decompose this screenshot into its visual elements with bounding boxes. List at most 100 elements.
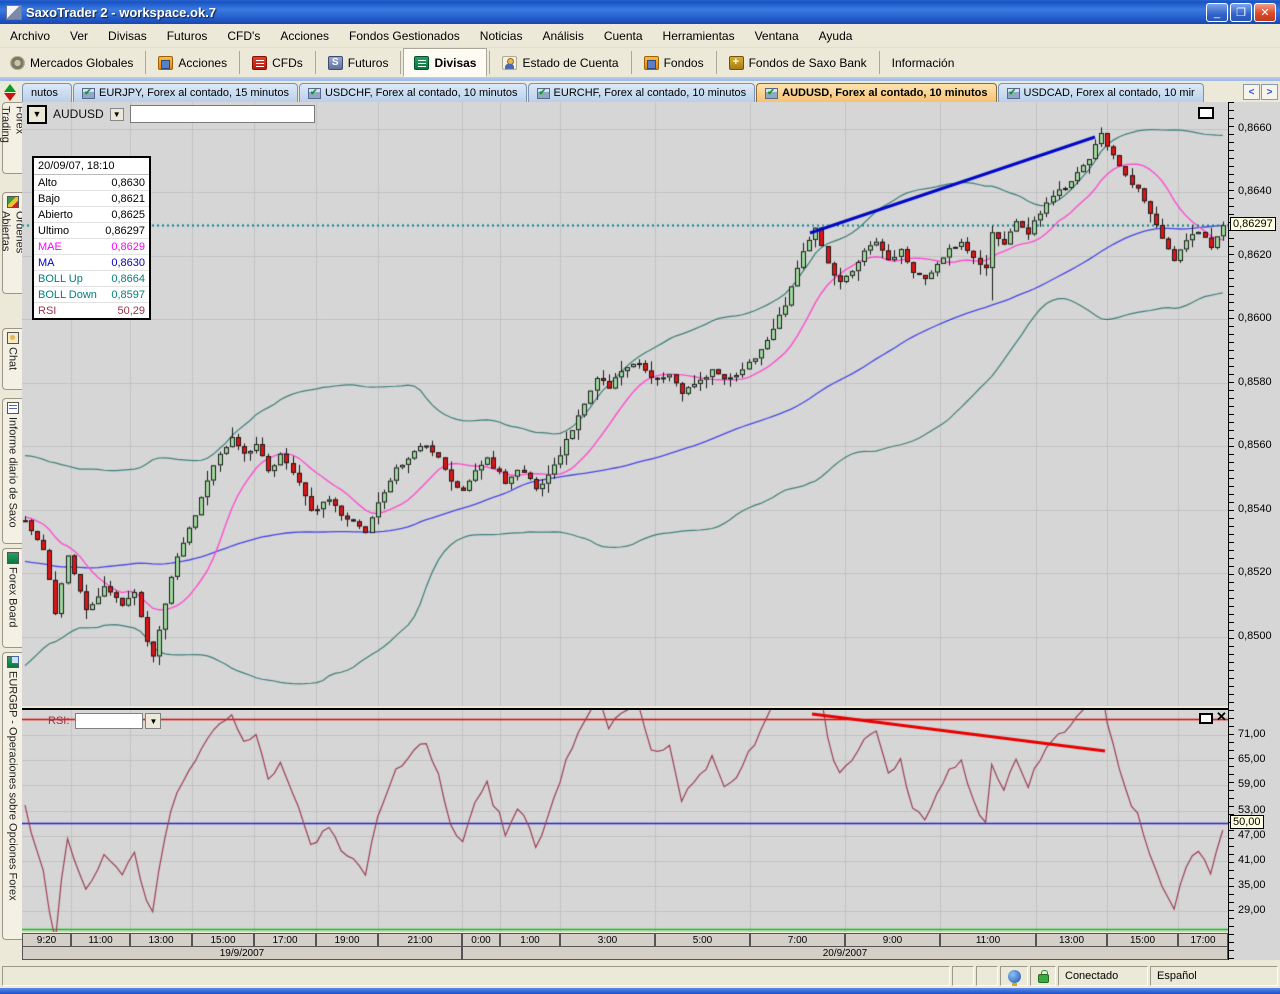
toolbar-item-estado-de-cuenta[interactable]: Estado de Cuenta <box>492 48 628 77</box>
price-axis[interactable]: 0,8660 0,8640 0,8620 0,8600 0,8580 0,8560 0,85… <box>1228 102 1280 960</box>
rsi-study-combo[interactable] <box>75 713 144 729</box>
daily-report-icon <box>6 402 19 414</box>
rsi-toolbar: RSI: ▼ <box>48 712 162 730</box>
time-axis-cell: 9:00 <box>845 933 940 947</box>
toolbar-item-cfds[interactable]: CFDs <box>242 48 313 77</box>
menu-archivo[interactable]: Archivo <box>0 26 60 46</box>
shares-icon <box>158 55 174 70</box>
menu-fondos-gestionados[interactable]: Fondos Gestionados <box>339 26 470 46</box>
menu-divisas[interactable]: Divisas <box>98 26 157 46</box>
tab-usdcad-forex-al-contado-10-mir[interactable]: USDCAD, Forex al contado, 10 mir <box>997 83 1204 102</box>
sidebar-item-label: EURGBP - Operaciones sobre Opciones Fore… <box>6 671 19 901</box>
tab-label: USDCHF, Forex al contado, 10 minutos <box>324 87 518 99</box>
symbol-search-input[interactable] <box>129 105 315 123</box>
tooltip-row-bajo: Bajo 0,8621 <box>34 191 149 207</box>
toolbar-item-label: Mercados Globales <box>30 55 134 70</box>
status-empty-cell <box>952 966 974 986</box>
tooltip-row-mae: MAE 0,8629 <box>34 239 149 255</box>
symbol-dropdown-button[interactable]: ▼ <box>109 107 124 121</box>
funds-icon <box>643 55 659 70</box>
gear-icon <box>10 55 25 70</box>
time-axis-cell: 11:00 <box>71 933 130 947</box>
toolbar-item-label: Estado de Cuenta <box>522 55 619 70</box>
menu-ayuda[interactable]: Ayuda <box>809 26 863 46</box>
time-axis-cell: 7:00 <box>750 933 845 947</box>
rsi-combo-dropdown-button[interactable]: ▼ <box>145 713 162 729</box>
status-empty-cell <box>976 966 998 986</box>
tab-scroll-right-button[interactable]: > <box>1261 84 1278 100</box>
tab-label: AUDUSD, Forex al contado, 10 minutos <box>782 87 988 99</box>
candlestick-chart-canvas[interactable] <box>22 102 1228 706</box>
sidebar-item-informe-diario-de-saxo[interactable]: Informe diario de Saxo <box>2 398 22 544</box>
tooltip-row-boll-up: BOLL Up 0,8664 <box>34 271 149 287</box>
chart-dropdown-button[interactable]: ▼ <box>27 104 47 124</box>
menu-ventana[interactable]: Ventana <box>745 26 809 46</box>
close-button[interactable]: ✕ <box>1254 3 1276 22</box>
chart-pane-restore-icon[interactable] <box>1198 107 1214 119</box>
time-axis[interactable]: 9:20 11:00 13:00 15:00 17:00 19:00 21:00 0:00 1:… <box>22 933 1228 947</box>
toolbar-underline <box>0 77 1280 81</box>
tab-eurchf-forex-al-contado-10-min[interactable]: EURCHF, Forex al contado, 10 minutos <box>527 83 756 102</box>
time-axis-cell: 1:00 <box>500 933 560 947</box>
sidebar-item-forex-board[interactable]: Forex Board <box>2 548 22 648</box>
minimize-button[interactable]: _ <box>1206 3 1228 22</box>
menu-cfd-s[interactable]: CFD's <box>217 26 270 46</box>
price-tick-label: 0,8620 <box>1238 249 1272 261</box>
toolbar-item-mercados-globales[interactable]: Mercados Globales <box>0 48 143 77</box>
sidebar-item-label: Forex Board <box>6 567 19 628</box>
tab-usdchf-forex-al-contado-10-min[interactable]: USDCHF, Forex al contado, 10 minutos <box>298 83 527 102</box>
restore-button[interactable]: ❐ <box>1230 3 1252 22</box>
rsi-tick-label: 41,00 <box>1238 854 1266 866</box>
time-axis-cell: 15:00 <box>192 933 254 947</box>
sidebar-item-ordenes-abiertas[interactable]: Ordenes Abiertas <box>0 192 26 294</box>
price-tick-label: 0,8580 <box>1238 376 1272 388</box>
rsi-chart-canvas[interactable] <box>22 710 1228 932</box>
menu-noticias[interactable]: Noticias <box>470 26 533 46</box>
toolbar-item-futuros[interactable]: S Futuros <box>318 48 399 77</box>
time-axis-cell: 13:00 <box>1036 933 1107 947</box>
toolbar-item-label: Divisas <box>434 55 477 70</box>
rsi-pane-restore-icon[interactable] <box>1199 713 1213 724</box>
toolbar-item-acciones[interactable]: Acciones <box>148 48 237 77</box>
toolbar-item-label: Fondos de Saxo Bank <box>748 55 867 70</box>
tab-label: USDCAD, Forex al contado, 10 mir <box>1023 87 1195 99</box>
network-icon <box>1007 969 1021 986</box>
toolbar-item-divisas[interactable]: Divisas <box>403 48 488 77</box>
tab-audusd-forex-al-contado-10-min[interactable]: AUDUSD, Forex al contado, 10 minutos <box>756 83 997 102</box>
menu-an-lisis[interactable]: Análisis <box>532 26 593 46</box>
menu-ver[interactable]: Ver <box>60 26 98 46</box>
chat-icon <box>6 332 19 344</box>
toolbar-item-informaci-n[interactable]: Información <box>882 48 965 77</box>
menu-bar: Archivo Ver Divisas Futuros CFD's Acciones Fon… <box>0 24 1280 48</box>
toolbar: Mercados Globales Acciones CFDs S Futuros Div… <box>0 48 1280 77</box>
status-security-cell <box>1030 966 1056 986</box>
menu-acciones[interactable]: Acciones <box>270 26 339 46</box>
sidebar-item-eurgbp-operaciones-sobre-opc[interactable]: EURGBP - Operaciones sobre Opciones Fore… <box>2 652 22 940</box>
tab-nutos[interactable]: nutos <box>22 83 72 102</box>
rsi-tick-label: 59,00 <box>1238 778 1266 790</box>
toolbar-item-fondos-de-saxo-bank[interactable]: Fondos de Saxo Bank <box>719 48 877 77</box>
toolbar-item-fondos[interactable]: Fondos <box>634 48 714 77</box>
rsi-tick-label: 29,00 <box>1238 904 1266 916</box>
price-tick-label: 0,8560 <box>1238 439 1272 451</box>
tab-eurjpy-forex-al-contado-15-min[interactable]: EURJPY, Forex al contado, 15 minutos <box>73 83 298 102</box>
time-axis-cell: 5:00 <box>655 933 750 947</box>
tab-scroll-left-button[interactable]: < <box>1243 84 1260 100</box>
sidebar-item-forex-trading[interactable]: Forex Trading <box>0 102 26 174</box>
chart-document-icon <box>536 87 550 99</box>
last-price-box: 0,86297 <box>1230 217 1276 231</box>
toolbar-item-label: Futuros <box>347 55 389 70</box>
tooltip-datetime: 20/09/07, 18:10 <box>34 158 149 175</box>
sidebar-item-chat[interactable]: Chat <box>2 328 22 390</box>
language-selector[interactable]: Español <box>1150 966 1278 986</box>
window-title: SaxoTrader 2 - workspace.ok.7 <box>26 4 217 20</box>
menu-cuenta[interactable]: Cuenta <box>594 26 653 46</box>
rsi-pane-close-icon[interactable]: ✕ <box>1216 710 1227 723</box>
menu-herramientas[interactable]: Herramientas <box>653 26 745 46</box>
updown-arrows-icon <box>4 84 18 102</box>
sidebar-item-label: Chat <box>6 347 19 371</box>
toolbar-item-label: CFDs <box>272 55 303 70</box>
tooltip-row-boll-down: BOLL Down 0,8597 <box>34 287 149 303</box>
rsi-pane <box>22 710 1228 932</box>
menu-futuros[interactable]: Futuros <box>157 26 218 46</box>
